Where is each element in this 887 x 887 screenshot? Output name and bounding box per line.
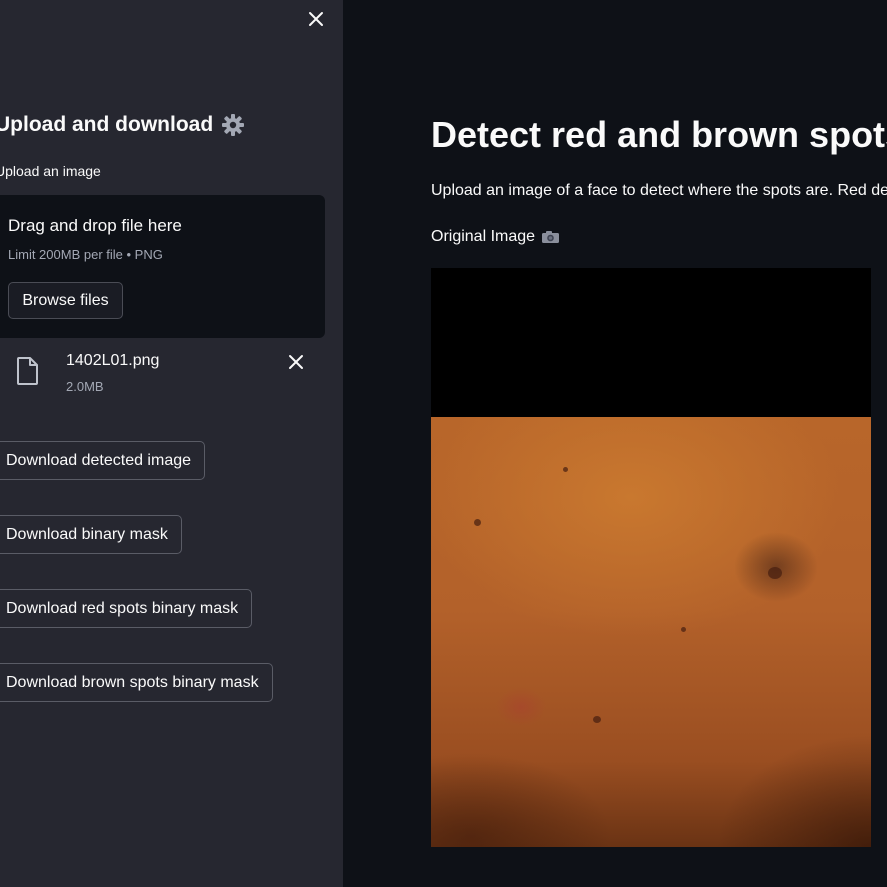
image-caption: Original Image <box>431 228 560 246</box>
download-binary-mask-button[interactable]: Download binary mask <box>0 515 182 554</box>
skin-photo <box>431 417 871 847</box>
skin-spot <box>563 467 568 472</box>
close-icon <box>309 12 323 26</box>
download-red-spots-mask-button[interactable]: Download red spots binary mask <box>0 589 253 628</box>
sidebar-heading-text: Upload and download <box>0 113 214 136</box>
uploader-label: Upload an image <box>0 163 101 179</box>
skin-spot <box>768 567 782 579</box>
file-dropzone[interactable]: Drag and drop file here Limit 200MB per … <box>0 195 325 338</box>
sidebar: Upload and download Upload an image Drag… <box>0 0 343 887</box>
image-caption-text: Original Image <box>431 228 536 245</box>
main-content: Detect red and brown spots Upload an ima… <box>343 0 887 887</box>
file-size: 2.0MB <box>66 379 104 394</box>
dropzone-limit-text: Limit 200MB per file • PNG <box>8 247 163 262</box>
original-image <box>431 268 871 847</box>
close-sidebar-button[interactable] <box>303 6 329 32</box>
download-detected-image-button[interactable]: Download detected image <box>0 441 206 480</box>
dropzone-title: Drag and drop file here <box>8 216 182 235</box>
camera-icon <box>541 230 560 244</box>
download-brown-spots-mask-button[interactable]: Download brown spots binary mask <box>0 663 273 702</box>
skin-spot <box>593 716 601 723</box>
app-root: Upload and download Upload an image Drag… <box>0 0 887 887</box>
sidebar-heading: Upload and download <box>0 113 245 137</box>
page-description: Upload an image of a face to detect wher… <box>431 182 887 199</box>
browse-files-button[interactable]: Browse files <box>8 282 123 319</box>
skin-spot <box>474 519 481 526</box>
gear-icon <box>221 113 245 137</box>
file-name: 1402L01.png <box>66 352 160 369</box>
file-icon <box>15 356 41 386</box>
page-title: Detect red and brown spots <box>431 114 887 155</box>
close-icon <box>289 355 303 369</box>
uploaded-file-row: 1402L01.png 2.0MB <box>0 346 343 406</box>
remove-file-button[interactable] <box>283 349 309 375</box>
skin-spot <box>681 627 686 632</box>
